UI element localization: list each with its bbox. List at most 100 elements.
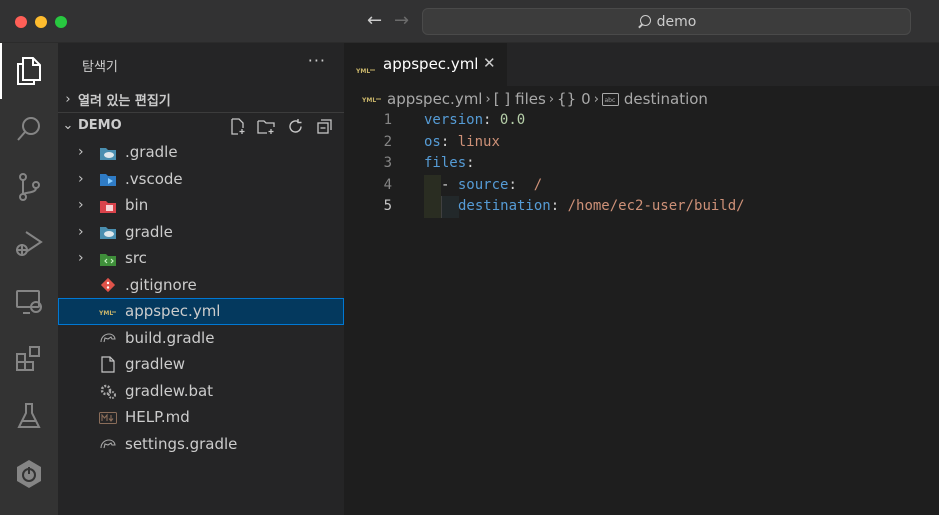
tree-item-src-folder[interactable]: › src xyxy=(58,245,344,272)
tree-item-gradlew[interactable]: gradlew xyxy=(58,351,344,378)
chevron-right-icon: › xyxy=(78,250,84,266)
tree-item-gradle-folder[interactable]: › .gradle xyxy=(58,139,344,166)
object-icon: {} xyxy=(557,90,577,108)
chevron-down-icon: ⌄ xyxy=(62,118,74,133)
chevron-right-icon: › xyxy=(78,170,84,187)
yaml-colon: : xyxy=(466,155,475,172)
yaml-colon: : xyxy=(550,198,560,215)
new-folder-icon[interactable] xyxy=(256,116,276,136)
breadcrumb-file[interactable]: appspec.yml xyxy=(387,90,482,108)
yaml-key: os xyxy=(424,133,441,150)
code-line: 2 os: linux xyxy=(344,132,939,154)
line-number: 3 xyxy=(383,155,392,172)
testing-icon[interactable] xyxy=(0,388,58,444)
yaml-value: 0.0 xyxy=(499,112,526,128)
back-arrow-icon[interactable]: ← xyxy=(367,10,382,32)
tree-item-label: gradle xyxy=(125,222,173,241)
chevron-right-icon: › xyxy=(548,91,555,107)
spring-boot-icon[interactable] xyxy=(0,446,58,502)
search-icon xyxy=(637,14,651,29)
chevron-right-icon: › xyxy=(78,223,84,240)
extensions-icon[interactable] xyxy=(0,331,58,387)
tree-item-help-md[interactable]: HELP.md xyxy=(58,404,344,431)
tree-item-label: settings.gradle xyxy=(125,434,238,453)
tree-item-label: .gradle xyxy=(125,143,178,161)
vscode-folder-icon xyxy=(99,171,117,188)
gradle-folder-icon xyxy=(99,144,117,161)
activity-bar xyxy=(0,43,58,515)
tree-item-vscode-folder[interactable]: › .vscode xyxy=(58,166,344,193)
code-line: 5 destination: /home/ec2-user/build/ xyxy=(344,196,939,218)
yaml-key: version xyxy=(424,112,484,128)
markdown-icon xyxy=(99,409,117,426)
tree-item-label: src xyxy=(125,249,147,267)
tree-item-build-gradle[interactable]: build.gradle xyxy=(58,325,344,352)
tree-item-label: .vscode xyxy=(125,169,183,188)
breadcrumb: YML appspec.yml › [ ] files › {} 0 › abc… xyxy=(362,88,708,110)
breadcrumb-files[interactable]: files xyxy=(515,90,546,108)
minimize-window-button[interactable] xyxy=(35,16,47,28)
chevron-right-icon: › xyxy=(593,91,599,107)
svg-text:YML: YML xyxy=(362,97,376,104)
run-debug-icon[interactable] xyxy=(0,215,58,271)
yaml-key: source xyxy=(457,176,509,193)
svg-text:YML: YML xyxy=(99,310,113,317)
tree-item-gitignore[interactable]: .gitignore xyxy=(58,272,344,299)
tree-item-bin-folder[interactable]: › bin xyxy=(58,192,344,219)
yaml-icon: YML xyxy=(362,94,382,104)
collapse-all-icon[interactable] xyxy=(314,116,334,136)
chevron-right-icon: › xyxy=(485,91,491,107)
zoom-window-button[interactable] xyxy=(55,16,67,28)
remote-explorer-icon[interactable] xyxy=(0,274,58,330)
line-number: 1 xyxy=(383,112,392,128)
more-actions-icon[interactable]: ··· xyxy=(308,51,326,70)
indent-highlight xyxy=(424,196,441,218)
explorer-sidebar: 탐색기 ··· › 열려 있는 편집기 ⌄ DEMO › .gradle › .… xyxy=(58,43,344,515)
string-icon: abc xyxy=(601,92,619,106)
git-icon xyxy=(99,277,117,294)
yaml-value: /home/ec2-user/build/ xyxy=(567,198,745,215)
folder-label: DEMO xyxy=(78,118,122,133)
yaml-icon: YML xyxy=(99,303,117,320)
refresh-icon[interactable] xyxy=(285,116,305,136)
code-editor[interactable]: 1 version: 0.0 2 os: linux 3 files: 4 - … xyxy=(344,110,939,218)
command-center-label: demo xyxy=(656,13,697,30)
line-number: 2 xyxy=(383,133,392,150)
demo-folder-section[interactable]: ⌄ DEMO xyxy=(58,112,344,138)
tree-item-label: gradlew.bat xyxy=(125,381,214,400)
command-center-search[interactable]: demo xyxy=(422,8,911,35)
tree-item-label: build.gradle xyxy=(125,328,215,347)
forward-arrow-icon[interactable]: → xyxy=(394,10,409,32)
yaml-key: files xyxy=(424,155,467,172)
tab-appspec-yml[interactable]: YML appspec.yml ✕ xyxy=(344,43,507,86)
src-folder-icon xyxy=(99,250,117,267)
settings-file-icon xyxy=(99,383,117,400)
tree-item-gradlew-bat[interactable]: gradlew.bat xyxy=(58,378,344,405)
close-window-button[interactable] xyxy=(15,16,27,28)
gradle-file-icon xyxy=(99,436,117,453)
svg-text:abc: abc xyxy=(604,97,615,104)
tree-item-gradle-folder[interactable]: › gradle xyxy=(58,219,344,246)
tree-item-settings-gradle[interactable]: settings.gradle xyxy=(58,431,344,458)
file-tree: › .gradle › .vscode › bin › gradle › src… xyxy=(58,139,344,457)
line-number: 5 xyxy=(383,198,392,215)
search-icon[interactable] xyxy=(0,101,58,157)
tab-label: appspec.yml xyxy=(383,55,479,73)
open-editors-section[interactable]: › 열려 있는 편집기 xyxy=(58,86,344,112)
breadcrumb-item[interactable]: 0 xyxy=(581,90,591,108)
close-icon[interactable]: ✕ xyxy=(483,54,496,72)
code-line: 4 - source: / xyxy=(344,174,939,197)
line-number: 4 xyxy=(383,176,392,193)
yaml-colon: : xyxy=(508,176,517,193)
breadcrumb-destination[interactable]: destination xyxy=(624,90,708,108)
code-line: 1 version: 0.0 xyxy=(344,110,939,132)
gradle-file-icon xyxy=(99,330,117,347)
tree-item-appspec-yml[interactable]: YML appspec.yml xyxy=(58,298,344,325)
new-file-icon[interactable] xyxy=(227,116,247,136)
chevron-right-icon: › xyxy=(78,144,84,160)
explorer-icon[interactable] xyxy=(0,43,58,99)
sidebar-title: 탐색기 xyxy=(82,60,118,75)
array-icon: [ ] xyxy=(493,90,511,108)
yaml-colon: : xyxy=(483,112,492,128)
source-control-icon[interactable] xyxy=(0,159,58,215)
